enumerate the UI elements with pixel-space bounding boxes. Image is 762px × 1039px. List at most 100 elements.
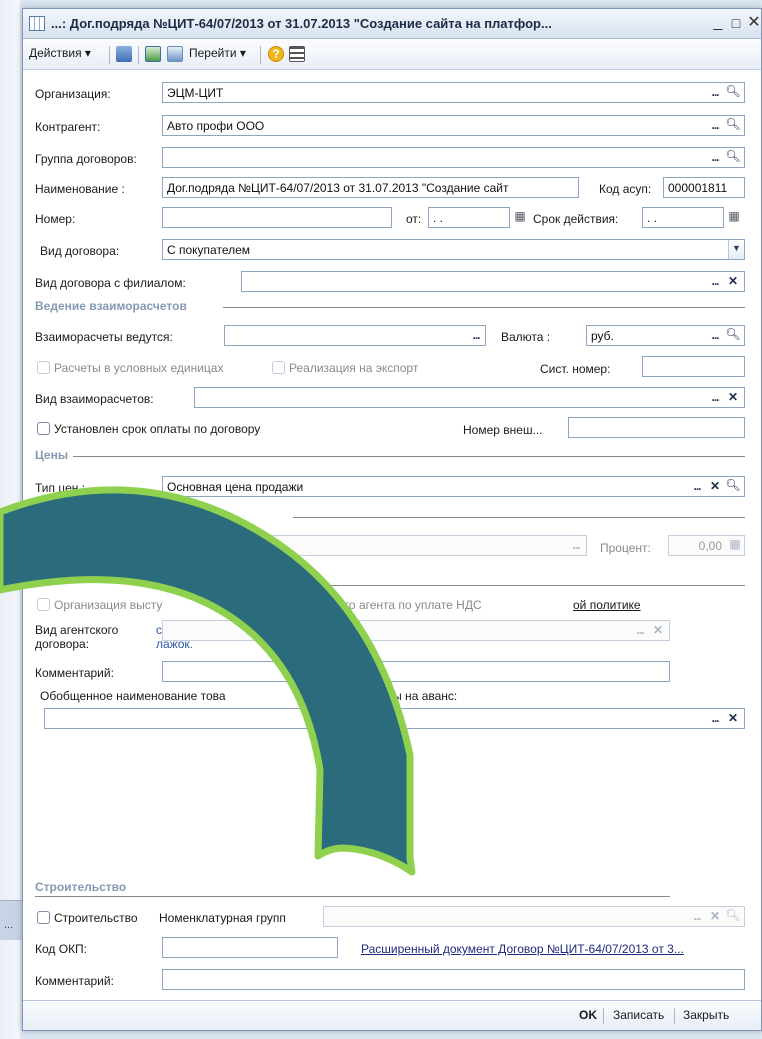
contract-form-window: ...: Дог.подряда №ЦИТ-64/07/2013 от 31.0… [22, 8, 762, 1031]
settlements-section-header: Ведение взаиморасчетов [35, 299, 187, 313]
nomenclature-group-field[interactable] [323, 906, 745, 927]
branch-contract-kind-label: Вид договора с филиалом: [35, 276, 186, 290]
close-button[interactable]: Закрыть [683, 1008, 729, 1022]
vat-comment-label: Комментарий: [35, 666, 114, 680]
open-search-icon[interactable]: 🔍︎ [725, 116, 741, 135]
construction-checkbox[interactable] [37, 911, 50, 924]
section-divider [73, 456, 745, 457]
maximize-button[interactable]: □ [727, 13, 745, 33]
refresh-icon[interactable] [145, 46, 161, 62]
close-window-button[interactable]: ✕ [745, 13, 762, 33]
select-dots-button[interactable]: ... [707, 84, 723, 103]
settlements-conducted-label: Взаиморасчеты ведутся: [35, 330, 173, 344]
open-search-icon[interactable]: 🔍︎ [725, 148, 741, 167]
window-title: ...: Дог.подряда №ЦИТ-64/07/2013 от 31.0… [51, 16, 552, 31]
counterparty-field[interactable]: Авто профи ООО [162, 115, 745, 136]
name-field[interactable]: Дог.подряда №ЦИТ-64/07/2013 от 31.07.201… [162, 177, 579, 198]
select-dots-button[interactable]: ... [707, 327, 723, 346]
agent-contract-kind-label-2: договора: [35, 637, 90, 651]
organization-label: Организация: [35, 87, 111, 101]
select-dots-button[interactable]: ... [707, 710, 723, 729]
external-number-label: Номер внеш... [463, 423, 543, 437]
clear-icon[interactable]: ✕ [725, 389, 741, 408]
export-checkbox[interactable] [272, 361, 285, 374]
number-label: Номер: [35, 212, 76, 226]
toolbar-separator [260, 46, 261, 64]
chevron-down-icon[interactable]: ▼ [728, 240, 744, 259]
form-footer: OK Записать Закрыть [23, 1000, 761, 1030]
select-dots-button[interactable]: ... [689, 908, 705, 927]
counterparty-label: Контрагент: [35, 120, 101, 134]
open-search-icon[interactable]: 🔍︎ [725, 83, 741, 102]
contract-kind-select[interactable]: С покупателем [162, 239, 745, 260]
vat-section-header-tail: агента [269, 569, 308, 583]
select-dots-button[interactable]: ... [707, 117, 723, 136]
number-field[interactable] [162, 207, 392, 228]
select-dots-button[interactable]: ... [468, 327, 484, 346]
open-search-icon[interactable]: 🔍︎ [725, 477, 741, 496]
contract-group-field[interactable] [162, 147, 745, 168]
structure-icon[interactable] [116, 46, 132, 62]
open-search-icon[interactable]: 🔍︎ [725, 326, 741, 345]
settlements-conducted-field[interactable] [224, 325, 486, 346]
calendar-icon[interactable]: ▦ [512, 208, 528, 227]
section-divider [35, 896, 670, 897]
vat-section-header: НДС в качестве [35, 569, 128, 583]
extended-document-link[interactable]: Расширенный документ Договор №ЦИТ-64/07/… [361, 942, 684, 956]
select-dots-button[interactable]: ... [707, 389, 723, 408]
price-type-field[interactable]: Основная цена продажи [162, 476, 745, 497]
price-type-label: Тип цен : [35, 481, 86, 495]
background-taskbar-fragment: ... [0, 900, 22, 940]
select-dots-button[interactable]: ... [568, 537, 584, 556]
external-number-field[interactable] [568, 417, 745, 438]
construction-comment-field[interactable] [162, 969, 745, 990]
okp-code-field[interactable] [162, 937, 338, 958]
vat-comment-field[interactable] [162, 661, 670, 682]
clear-icon[interactable]: ✕ [707, 478, 723, 497]
calendar-icon[interactable]: ▦ [726, 208, 742, 227]
export-label: Реализация на экспорт [289, 361, 419, 375]
contract-kind-label: Вид договора: [40, 244, 120, 258]
select-dots-button[interactable]: ... [707, 273, 723, 292]
conventional-units-checkbox[interactable] [37, 361, 50, 374]
clear-icon[interactable]: ✕ [650, 622, 666, 641]
calculator-icon[interactable]: ▦ [727, 536, 743, 555]
payment-term-checkbox[interactable] [37, 422, 50, 435]
actions-menu-button[interactable]: Действия ▾ [29, 46, 91, 60]
validity-field[interactable]: . . [642, 207, 724, 228]
organization-field[interactable]: ЭЦМ-ЦИТ [162, 82, 745, 103]
code-field[interactable]: 000001811 [663, 177, 745, 198]
list-settings-icon[interactable] [289, 46, 305, 62]
help-icon[interactable]: ? [268, 46, 284, 62]
generalized-name-field[interactable] [44, 708, 745, 729]
settlement-kind-field[interactable] [194, 387, 745, 408]
clear-icon[interactable]: ✕ [725, 273, 741, 292]
date-from-field[interactable]: . . [428, 207, 510, 228]
save-button[interactable]: Записать [613, 1008, 664, 1022]
goto-menu-button[interactable]: Перейти ▾ [189, 46, 246, 60]
background-panel [0, 0, 20, 1039]
date-from-label: от: [406, 212, 422, 226]
copy-icon[interactable] [167, 46, 183, 62]
okp-code-label: Код ОКП: [35, 942, 88, 956]
settlement-kind-label: Вид взаиморасчетов: [35, 392, 154, 406]
tax-agent-checkbox[interactable] [37, 598, 50, 611]
select-dots-button[interactable]: ... [632, 622, 648, 641]
section-divider [293, 517, 745, 518]
system-number-field[interactable] [642, 356, 745, 377]
commission-method-field[interactable] [162, 535, 587, 556]
code-label: Код асуп: [599, 182, 652, 196]
branch-contract-kind-field[interactable] [241, 271, 745, 292]
toolbar-separator [109, 46, 110, 64]
agent-contract-kind-field[interactable] [162, 620, 670, 641]
ok-button[interactable]: OK [579, 1008, 597, 1022]
select-dots-button[interactable]: ... [689, 478, 705, 497]
select-dots-button[interactable]: ... [707, 149, 723, 168]
clear-icon[interactable]: ✕ [707, 908, 723, 927]
clear-icon[interactable]: ✕ [725, 710, 741, 729]
minimize-button[interactable]: _ [709, 13, 727, 33]
open-search-icon[interactable]: 🔍︎ [725, 907, 741, 926]
conventional-units-label: Расчеты в условных единицах [54, 361, 224, 375]
currency-label: Валюта : [501, 330, 551, 344]
accounting-policy-link[interactable]: ой политике [573, 598, 641, 612]
